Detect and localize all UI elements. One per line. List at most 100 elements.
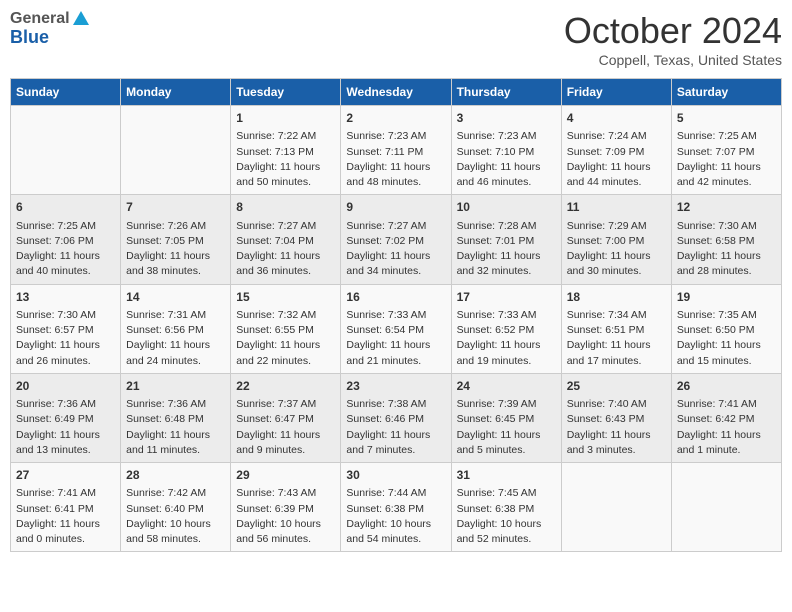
day-content: Sunrise: 7:45 AM Sunset: 6:38 PM Dayligh…: [457, 486, 556, 547]
calendar-cell: 4 Sunrise: 7:24 AM Sunset: 7:09 PM Daylig…: [561, 106, 671, 195]
calendar-cell: 10 Sunrise: 7:28 AM Sunset: 7:01 PM Dayli…: [451, 195, 561, 284]
day-number: 27: [16, 467, 115, 484]
calendar-cell: 30 Sunrise: 7:44 AM Sunset: 6:38 PM Dayli…: [341, 463, 451, 552]
day-number: 1: [236, 110, 335, 127]
col-friday: Friday: [561, 79, 671, 106]
day-content: Sunrise: 7:32 AM Sunset: 6:55 PM Dayligh…: [236, 308, 335, 369]
day-content: Sunrise: 7:24 AM Sunset: 7:09 PM Dayligh…: [567, 129, 666, 190]
day-content: Sunrise: 7:42 AM Sunset: 6:40 PM Dayligh…: [126, 486, 225, 547]
calendar-cell: 5Sunrise: 7:25 AM Sunset: 7:07 PM Daylig…: [671, 106, 781, 195]
calendar-week-3: 13 Sunrise: 7:30 AM Sunset: 6:57 PM Dayli…: [11, 284, 782, 373]
day-content: Sunrise: 7:28 AM Sunset: 7:01 PM Dayligh…: [457, 219, 556, 280]
day-number: 21: [126, 378, 225, 395]
day-number: 14: [126, 289, 225, 306]
day-number: 26: [677, 378, 776, 395]
day-content: Sunrise: 7:44 AM Sunset: 6:38 PM Dayligh…: [346, 486, 445, 547]
day-content: Sunrise: 7:35 AM Sunset: 6:50 PM Dayligh…: [677, 308, 776, 369]
header-row: Sunday Monday Tuesday Wednesday Thursday…: [11, 79, 782, 106]
calendar-cell: 28 Sunrise: 7:42 AM Sunset: 6:40 PM Dayli…: [121, 463, 231, 552]
day-number: 6: [16, 199, 115, 216]
calendar-cell: [121, 106, 231, 195]
calendar-cell: [671, 463, 781, 552]
calendar-week-2: 6 Sunrise: 7:25 AM Sunset: 7:06 PM Daylig…: [11, 195, 782, 284]
day-content: Sunrise: 7:29 AM Sunset: 7:00 PM Dayligh…: [567, 219, 666, 280]
calendar-cell: 3 Sunrise: 7:23 AM Sunset: 7:10 PM Daylig…: [451, 106, 561, 195]
calendar-cell: 13 Sunrise: 7:30 AM Sunset: 6:57 PM Dayli…: [11, 284, 121, 373]
day-content: Sunrise: 7:27 AM Sunset: 7:02 PM Dayligh…: [346, 219, 445, 280]
day-number: 16: [346, 289, 445, 306]
day-number: 23: [346, 378, 445, 395]
calendar-cell: 26Sunrise: 7:41 AM Sunset: 6:42 PM Dayli…: [671, 373, 781, 462]
day-content: Sunrise: 7:23 AM Sunset: 7:10 PM Dayligh…: [457, 129, 556, 190]
day-number: 25: [567, 378, 666, 395]
calendar-cell: 21 Sunrise: 7:36 AM Sunset: 6:48 PM Dayli…: [121, 373, 231, 462]
calendar-cell: 19 Sunrise: 7:35 AM Sunset: 6:50 PM Dayli…: [671, 284, 781, 373]
calendar-cell: 2 Sunrise: 7:23 AM Sunset: 7:11 PM Daylig…: [341, 106, 451, 195]
calendar-cell: 9Sunrise: 7:27 AM Sunset: 7:02 PM Daylig…: [341, 195, 451, 284]
calendar-cell: 25Sunrise: 7:40 AM Sunset: 6:43 PM Dayli…: [561, 373, 671, 462]
day-number: 10: [457, 199, 556, 216]
day-content: Sunrise: 7:43 AM Sunset: 6:39 PM Dayligh…: [236, 486, 335, 547]
calendar-week-5: 27 Sunrise: 7:41 AM Sunset: 6:41 PM Dayli…: [11, 463, 782, 552]
day-content: Sunrise: 7:37 AM Sunset: 6:47 PM Dayligh…: [236, 397, 335, 458]
day-number: 5: [677, 110, 776, 127]
calendar-cell: 6 Sunrise: 7:25 AM Sunset: 7:06 PM Daylig…: [11, 195, 121, 284]
page-header: General Blue October 2024 Coppell, Texas…: [10, 10, 782, 68]
day-number: 18: [567, 289, 666, 306]
calendar-cell: [11, 106, 121, 195]
day-content: Sunrise: 7:34 AM Sunset: 6:51 PM Dayligh…: [567, 308, 666, 369]
day-number: 28: [126, 467, 225, 484]
day-number: 7: [126, 199, 225, 216]
day-content: Sunrise: 7:30 AM Sunset: 6:57 PM Dayligh…: [16, 308, 115, 369]
calendar-cell: 16Sunrise: 7:33 AM Sunset: 6:54 PM Dayli…: [341, 284, 451, 373]
location: Coppell, Texas, United States: [564, 52, 782, 68]
calendar-cell: [561, 463, 671, 552]
calendar-week-4: 20 Sunrise: 7:36 AM Sunset: 6:49 PM Dayli…: [11, 373, 782, 462]
day-number: 3: [457, 110, 556, 127]
day-number: 20: [16, 378, 115, 395]
col-tuesday: Tuesday: [231, 79, 341, 106]
day-number: 4: [567, 110, 666, 127]
calendar-cell: 7 Sunrise: 7:26 AM Sunset: 7:05 PM Daylig…: [121, 195, 231, 284]
day-content: Sunrise: 7:26 AM Sunset: 7:05 PM Dayligh…: [126, 219, 225, 280]
calendar-cell: 18 Sunrise: 7:34 AM Sunset: 6:51 PM Dayli…: [561, 284, 671, 373]
day-content: Sunrise: 7:22 AM Sunset: 7:13 PM Dayligh…: [236, 129, 335, 190]
calendar-cell: 23 Sunrise: 7:38 AM Sunset: 6:46 PM Dayli…: [341, 373, 451, 462]
logo-blue-text: Blue: [10, 28, 49, 48]
calendar-cell: 20 Sunrise: 7:36 AM Sunset: 6:49 PM Dayli…: [11, 373, 121, 462]
col-thursday: Thursday: [451, 79, 561, 106]
day-content: Sunrise: 7:36 AM Sunset: 6:49 PM Dayligh…: [16, 397, 115, 458]
day-number: 13: [16, 289, 115, 306]
logo: General Blue: [10, 10, 90, 47]
col-monday: Monday: [121, 79, 231, 106]
day-number: 11: [567, 199, 666, 216]
calendar-header: Sunday Monday Tuesday Wednesday Thursday…: [11, 79, 782, 106]
day-number: 30: [346, 467, 445, 484]
day-number: 17: [457, 289, 556, 306]
day-content: Sunrise: 7:25 AM Sunset: 7:06 PM Dayligh…: [16, 219, 115, 280]
day-content: Sunrise: 7:41 AM Sunset: 6:41 PM Dayligh…: [16, 486, 115, 547]
calendar-cell: 24Sunrise: 7:39 AM Sunset: 6:45 PM Dayli…: [451, 373, 561, 462]
day-content: Sunrise: 7:23 AM Sunset: 7:11 PM Dayligh…: [346, 129, 445, 190]
calendar-cell: 29 Sunrise: 7:43 AM Sunset: 6:39 PM Dayli…: [231, 463, 341, 552]
day-number: 19: [677, 289, 776, 306]
day-number: 2: [346, 110, 445, 127]
day-content: Sunrise: 7:30 AM Sunset: 6:58 PM Dayligh…: [677, 219, 776, 280]
calendar-cell: 22Sunrise: 7:37 AM Sunset: 6:47 PM Dayli…: [231, 373, 341, 462]
day-content: Sunrise: 7:33 AM Sunset: 6:52 PM Dayligh…: [457, 308, 556, 369]
day-number: 31: [457, 467, 556, 484]
calendar-body: 1 Sunrise: 7:22 AM Sunset: 7:13 PM Daylig…: [11, 106, 782, 552]
calendar-cell: 14 Sunrise: 7:31 AM Sunset: 6:56 PM Dayli…: [121, 284, 231, 373]
day-number: 8: [236, 199, 335, 216]
day-number: 29: [236, 467, 335, 484]
day-content: Sunrise: 7:38 AM Sunset: 6:46 PM Dayligh…: [346, 397, 445, 458]
logo-general-text: General: [10, 10, 70, 28]
calendar-cell: 12Sunrise: 7:30 AM Sunset: 6:58 PM Dayli…: [671, 195, 781, 284]
day-content: Sunrise: 7:36 AM Sunset: 6:48 PM Dayligh…: [126, 397, 225, 458]
calendar-cell: 31 Sunrise: 7:45 AM Sunset: 6:38 PM Dayli…: [451, 463, 561, 552]
col-sunday: Sunday: [11, 79, 121, 106]
day-content: Sunrise: 7:39 AM Sunset: 6:45 PM Dayligh…: [457, 397, 556, 458]
day-content: Sunrise: 7:31 AM Sunset: 6:56 PM Dayligh…: [126, 308, 225, 369]
logo-icon: [72, 9, 90, 27]
month-title: October 2024: [564, 10, 782, 52]
